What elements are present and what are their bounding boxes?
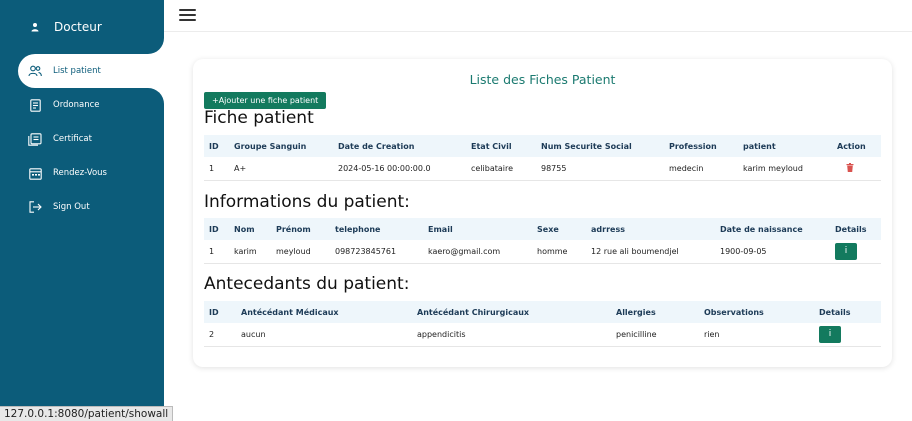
- table-header-row: ID Nom Prénom telephone Email Sexe adrre…: [204, 218, 881, 240]
- sidebar-item-label: Certificat: [53, 134, 92, 144]
- add-fiche-button[interactable]: +Ajouter une fiche patient: [204, 92, 327, 109]
- sidebar-menu: List patient Ordonance Certificat Rendez…: [0, 54, 164, 224]
- table-cell: appendicitis: [412, 323, 611, 347]
- sidebar-item-label: Rendez-Vous: [53, 168, 107, 178]
- fiche-heading: Fiche patient: [204, 108, 314, 128]
- table-cell: meyloud: [271, 240, 330, 264]
- table-cell: 1: [204, 157, 229, 181]
- column-header: Details: [835, 224, 867, 234]
- sidebar-brand: Docteur: [0, 0, 164, 54]
- hamburger-icon[interactable]: [179, 9, 196, 21]
- column-header: Date de Creation: [338, 141, 415, 151]
- table-cell: 2024-05-16 00:00:00.0: [333, 157, 466, 181]
- table-cell: 098723845761: [330, 240, 423, 264]
- column-header: Prénom: [276, 224, 311, 234]
- table-cell: [832, 157, 881, 181]
- table-cell: i: [814, 323, 881, 347]
- table-cell: rien: [699, 323, 814, 347]
- column-header: patient: [743, 141, 776, 151]
- calendar-icon: [28, 166, 42, 180]
- topbar: [164, 0, 912, 32]
- table-cell: celibataire: [466, 157, 536, 181]
- table-cell: A+: [229, 157, 333, 181]
- column-header: Details: [819, 307, 851, 317]
- table-cell: aucun: [236, 323, 412, 347]
- table-cell: homme: [532, 240, 586, 264]
- column-header: Num Securite Social: [541, 141, 632, 151]
- table-cell: 12 rue ali boumendjel: [586, 240, 715, 264]
- table-cell: medecin: [664, 157, 738, 181]
- antecedants-table: ID Antécédant Médicaux Antécédant Chirur…: [204, 301, 881, 347]
- patient-details-button[interactable]: i: [835, 242, 857, 260]
- infos-table: ID Nom Prénom telephone Email Sexe adrre…: [204, 218, 881, 264]
- trash-icon[interactable]: [846, 162, 854, 172]
- sidebar-item-label: Ordonance: [53, 100, 100, 110]
- table-row: 1 A+ 2024-05-16 00:00:00.0 celibataire 9…: [204, 157, 881, 181]
- sidebar: Docteur List patient Ordonance Certifica…: [0, 0, 164, 421]
- column-header: telephone: [335, 224, 381, 234]
- antecedants-heading: Antecedants du patient:: [204, 274, 410, 294]
- column-header: Antécédant Médicaux: [241, 307, 339, 317]
- table-cell: karim: [229, 240, 271, 264]
- column-header: ID: [209, 307, 219, 317]
- column-header: Date de naissance: [720, 224, 803, 234]
- page-title: Liste des Fiches Patient: [469, 72, 616, 87]
- sidebar-item-sign-out[interactable]: Sign Out: [0, 190, 164, 224]
- infos-heading: Informations du patient:: [204, 192, 410, 212]
- column-header: Etat Civil: [471, 141, 512, 151]
- patient-card: Liste des Fiches Patient +Ajouter une fi…: [193, 59, 892, 367]
- users-icon: [28, 64, 42, 78]
- column-header: Nom: [234, 224, 255, 234]
- column-header: ID: [209, 224, 219, 234]
- status-url: 127.0.0.1:8080/patient/showall: [0, 406, 174, 421]
- sidebar-item-list-patient[interactable]: List patient: [18, 54, 164, 88]
- fiche-table: ID Groupe Sanguin Date de Creation Etat …: [204, 135, 881, 181]
- column-header: adrress: [591, 224, 625, 234]
- column-header: Groupe Sanguin: [234, 141, 307, 151]
- column-header: Allergies: [616, 307, 656, 317]
- sidebar-item-ordonance[interactable]: Ordonance: [0, 88, 164, 122]
- column-header: Action: [837, 141, 866, 151]
- table-cell: penicilline: [611, 323, 699, 347]
- column-header: Email: [428, 224, 453, 234]
- table-cell: 1900-09-05: [715, 240, 830, 264]
- table-cell: 2: [204, 323, 236, 347]
- document-icon: [28, 98, 42, 112]
- table-header-row: ID Antécédant Médicaux Antécédant Chirur…: [204, 301, 881, 323]
- table-cell: kaero@gmail.com: [423, 240, 532, 264]
- column-header: Antécédant Chirurgicaux: [417, 307, 530, 317]
- sidebar-item-rendez-vous[interactable]: Rendez-Vous: [0, 156, 164, 190]
- table-cell: i: [830, 240, 881, 264]
- brand-label: Docteur: [54, 20, 102, 34]
- sidebar-item-label: Sign Out: [53, 202, 90, 212]
- column-header: Sexe: [537, 224, 559, 234]
- certificate-icon: [28, 132, 42, 146]
- table-row: 2 aucun appendicitis penicilline rien i: [204, 323, 881, 347]
- sign-out-icon: [28, 200, 42, 214]
- table-cell: karim meyloud: [738, 157, 832, 181]
- user-icon: [30, 22, 40, 32]
- antecedant-details-button[interactable]: i: [819, 325, 841, 343]
- sidebar-item-certificat[interactable]: Certificat: [0, 122, 164, 156]
- table-header-row: ID Groupe Sanguin Date de Creation Etat …: [204, 135, 881, 157]
- column-header: Observations: [704, 307, 764, 317]
- table-row: 1 karim meyloud 098723845761 kaero@gmail…: [204, 240, 881, 264]
- column-header: ID: [209, 141, 219, 151]
- table-cell: 98755: [536, 157, 664, 181]
- column-header: Profession: [669, 141, 717, 151]
- sidebar-item-label: List patient: [53, 66, 101, 76]
- table-cell: 1: [204, 240, 229, 264]
